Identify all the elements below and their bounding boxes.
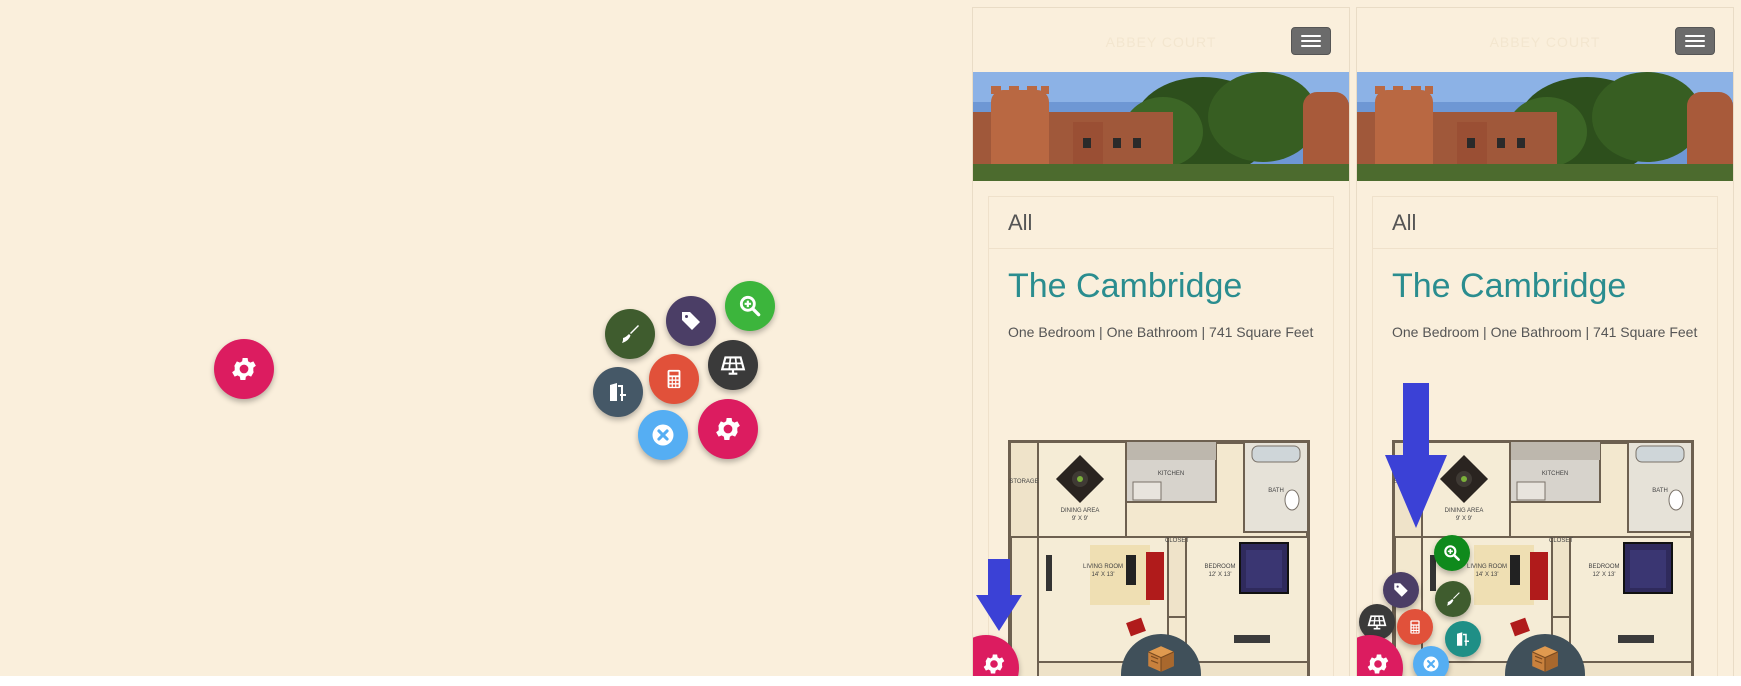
calculator-icon bbox=[1407, 619, 1423, 635]
gear-icon bbox=[713, 414, 743, 444]
hamburger-menu-button[interactable] bbox=[1291, 27, 1331, 55]
plan-title[interactable]: The Cambridge bbox=[1392, 267, 1626, 306]
solar-panel-button[interactable] bbox=[708, 340, 758, 390]
page-bottom-strip bbox=[0, 676, 1741, 686]
tag-button[interactable] bbox=[1383, 572, 1419, 608]
phone-preview-expanded: ABBEY COURT All The Cambridge One Bedroo… bbox=[1357, 8, 1733, 676]
settings-fab-collapsed[interactable] bbox=[214, 339, 274, 399]
door-button[interactable] bbox=[1445, 621, 1481, 657]
close-button[interactable] bbox=[638, 410, 688, 460]
plan-title[interactable]: The Cambridge bbox=[1008, 267, 1242, 306]
gear-icon bbox=[229, 354, 259, 384]
filter-label[interactable]: All bbox=[1373, 197, 1717, 249]
down-arrow-indicator bbox=[976, 559, 1022, 636]
door-icon bbox=[606, 380, 630, 404]
tag-icon bbox=[679, 309, 703, 333]
solar-panel-icon bbox=[1367, 612, 1387, 632]
plan-description: One Bedroom | One Bathroom | 741 Square … bbox=[1392, 324, 1698, 340]
broom-icon bbox=[1444, 590, 1462, 608]
zoom-in-button[interactable] bbox=[1434, 535, 1470, 571]
solar-panel-icon bbox=[720, 352, 746, 378]
close-icon bbox=[649, 421, 677, 449]
zoom-in-icon bbox=[737, 293, 763, 319]
down-arrow-indicator bbox=[1385, 383, 1447, 533]
floor-plan-card: All The Cambridge One Bedroom | One Bath… bbox=[988, 196, 1334, 676]
broom-button[interactable] bbox=[605, 309, 655, 359]
fab-demo-area bbox=[0, 0, 966, 676]
phone-preview-collapsed: ABBEY COURT All The Cambridge One Bedroo… bbox=[973, 8, 1349, 676]
close-button[interactable] bbox=[1413, 646, 1449, 676]
zoom-in-button[interactable] bbox=[725, 281, 775, 331]
tag-icon bbox=[1392, 581, 1410, 599]
tag-button[interactable] bbox=[666, 296, 716, 346]
settings-fab-expanded[interactable] bbox=[698, 399, 758, 459]
zoom-in-icon bbox=[1442, 543, 1462, 563]
calculator-button[interactable] bbox=[649, 354, 699, 404]
door-icon bbox=[1454, 630, 1472, 648]
crate-icon bbox=[1528, 642, 1562, 676]
door-button[interactable] bbox=[593, 367, 643, 417]
crate-icon bbox=[1144, 642, 1178, 676]
close-icon bbox=[1421, 654, 1441, 674]
calculator-icon bbox=[663, 368, 685, 390]
site-header: ABBEY COURT bbox=[1357, 8, 1733, 72]
gear-icon bbox=[981, 651, 1007, 676]
broom-icon bbox=[618, 322, 642, 346]
hero-image bbox=[1357, 72, 1733, 181]
hamburger-menu-button[interactable] bbox=[1675, 27, 1715, 55]
plan-description: One Bedroom | One Bathroom | 741 Square … bbox=[1008, 324, 1314, 340]
broom-button[interactable] bbox=[1435, 581, 1471, 617]
hero-image bbox=[973, 72, 1349, 181]
site-header: ABBEY COURT bbox=[973, 8, 1349, 72]
calculator-button[interactable] bbox=[1397, 609, 1433, 645]
gear-icon bbox=[1365, 651, 1391, 676]
filter-label[interactable]: All bbox=[989, 197, 1333, 249]
